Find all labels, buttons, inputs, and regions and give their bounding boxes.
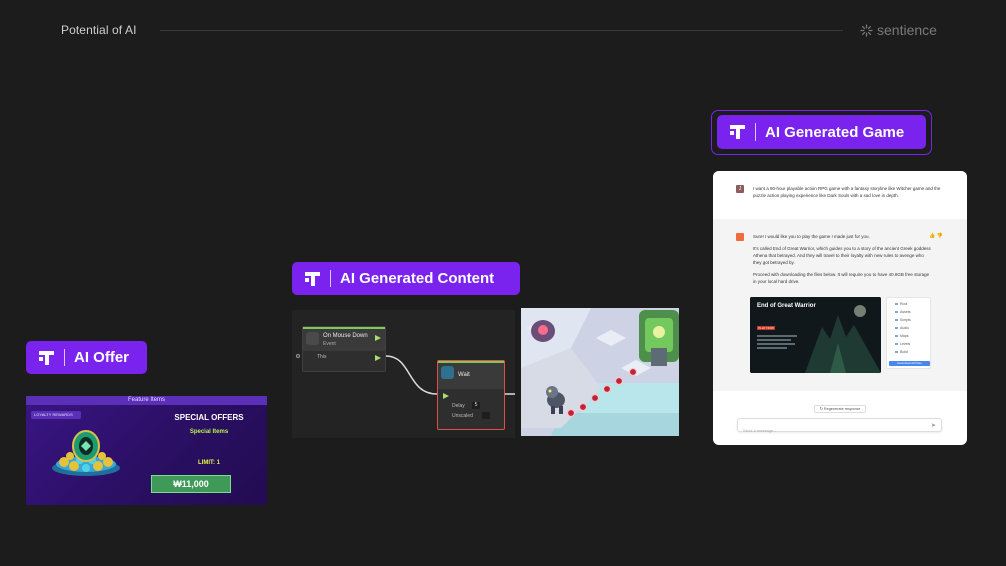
delay-field[interactable]: 5 — [472, 402, 480, 409]
page-title: Potential of AI — [61, 23, 137, 37]
brand-logo: sentience — [860, 22, 937, 38]
file-tree-panel[interactable]: Root Assets Scripts Audio Maps Levels Bu… — [886, 297, 931, 369]
buy-price-button[interactable]: ₩11,000 — [151, 475, 231, 493]
file-tree-item[interactable]: Scripts — [895, 318, 911, 322]
offer-top-bar: Feature Items — [26, 396, 267, 405]
sentience-logo-icon — [860, 23, 873, 37]
offer-subtitle: Special Items — [189, 429, 229, 435]
game-screenshot — [521, 308, 679, 436]
file-tree-item[interactable]: Root — [895, 302, 907, 306]
mouse-event-icon — [306, 332, 319, 345]
node-this-label: This — [317, 354, 327, 360]
chat-window: J I want a 90-hour playable action RPG g… — [713, 171, 967, 445]
assistant-paragraph: Sure! I would like you to play the game … — [753, 234, 870, 239]
tripo-logo-icon — [38, 350, 55, 366]
slide: Potential of AI sentience AI Offer Featu… — [0, 0, 1006, 566]
node-title: Wait — [458, 372, 470, 378]
offer-limit: LIMIT: 1 — [198, 460, 220, 466]
enemy-creature — [531, 320, 555, 342]
file-tree-item[interactable]: Assets — [895, 310, 911, 314]
header-divider — [160, 30, 843, 31]
file-tree-item[interactable]: Levels — [895, 342, 910, 346]
text-line — [757, 343, 795, 345]
message-input-box[interactable]: ➤ — [737, 418, 942, 437]
assistant-message-text: Sure! I would like you to play the game … — [753, 233, 933, 290]
pill-separator — [755, 123, 756, 141]
assistant-message: 👍 👎 Sure! I would like you to play the g… — [713, 219, 967, 391]
pill-separator — [330, 270, 331, 287]
download-files-button[interactable]: Download All Files — [889, 361, 930, 366]
node-title: On Mouse Down — [323, 333, 368, 339]
input-port[interactable] — [296, 354, 300, 358]
text-line — [757, 347, 787, 349]
assistant-avatar — [736, 233, 744, 241]
file-tree-item[interactable]: Audio — [895, 326, 909, 330]
flow-output-arrow-icon[interactable] — [375, 355, 381, 361]
visual-script-graph[interactable]: On Mouse Down Event This Wait Delay 5 Un… — [292, 310, 515, 438]
brand-name: sentience — [877, 22, 937, 38]
assistant-paragraph: It's called End of Great Warrior, which … — [753, 246, 931, 265]
tripo-logo-icon — [304, 271, 321, 287]
game-card-title: End of Great Warrior — [757, 303, 816, 309]
user-message: J I want a 90-hour playable action RPG g… — [713, 171, 967, 219]
unscaled-toggle[interactable] — [482, 412, 490, 419]
user-avatar: J — [736, 185, 744, 193]
flow-input-arrow-icon[interactable] — [443, 393, 449, 399]
delay-label: Delay — [452, 403, 465, 409]
regenerate-button[interactable]: ↻ Regenerate response — [814, 405, 866, 413]
file-tree-item[interactable]: Build — [895, 350, 908, 354]
tower-structure — [639, 310, 679, 366]
play-now-button[interactable]: PLAY NOW — [757, 326, 775, 330]
clock-icon — [441, 366, 454, 379]
file-tree-item[interactable]: Maps — [895, 334, 909, 338]
offer-title: SPECIAL OFFERS — [174, 413, 244, 422]
ai-game-label: AI Generated Game — [717, 115, 926, 149]
ai-content-title: AI Generated Content — [340, 270, 495, 287]
user-message-text: I want a 90-hour playable action RPG gam… — [753, 186, 941, 198]
on-mouse-down-node[interactable]: On Mouse Down Event This — [302, 326, 386, 372]
coin-pile-icon — [52, 430, 120, 476]
ai-offer-label: AI Offer — [26, 341, 147, 374]
game-preview-card[interactable]: End of Great Warrior PLAY NOW — [750, 297, 881, 373]
flow-output-arrow-icon[interactable] — [375, 335, 381, 341]
text-line — [757, 339, 791, 341]
unscaled-label: Unscaled — [452, 413, 473, 419]
send-icon[interactable]: ➤ — [931, 422, 936, 429]
special-offer-card[interactable]: Feature Items LOYALTY REWARDS SPECIAL OF… — [26, 396, 267, 505]
ai-game-title: AI Generated Game — [765, 123, 905, 141]
text-line — [757, 335, 797, 337]
tripo-logo-icon — [729, 124, 746, 140]
assistant-paragraph: Proceed with downloading the files below… — [753, 272, 930, 284]
loyalty-tag: LOYALTY REWARDS — [31, 411, 81, 419]
pill-separator — [64, 349, 65, 366]
node-subtitle: Event — [323, 341, 336, 347]
ai-content-label: AI Generated Content — [292, 262, 520, 295]
wait-node[interactable]: Wait Delay 5 Unscaled — [437, 360, 505, 430]
ai-offer-title: AI Offer — [74, 349, 130, 366]
message-input[interactable] — [738, 424, 918, 437]
